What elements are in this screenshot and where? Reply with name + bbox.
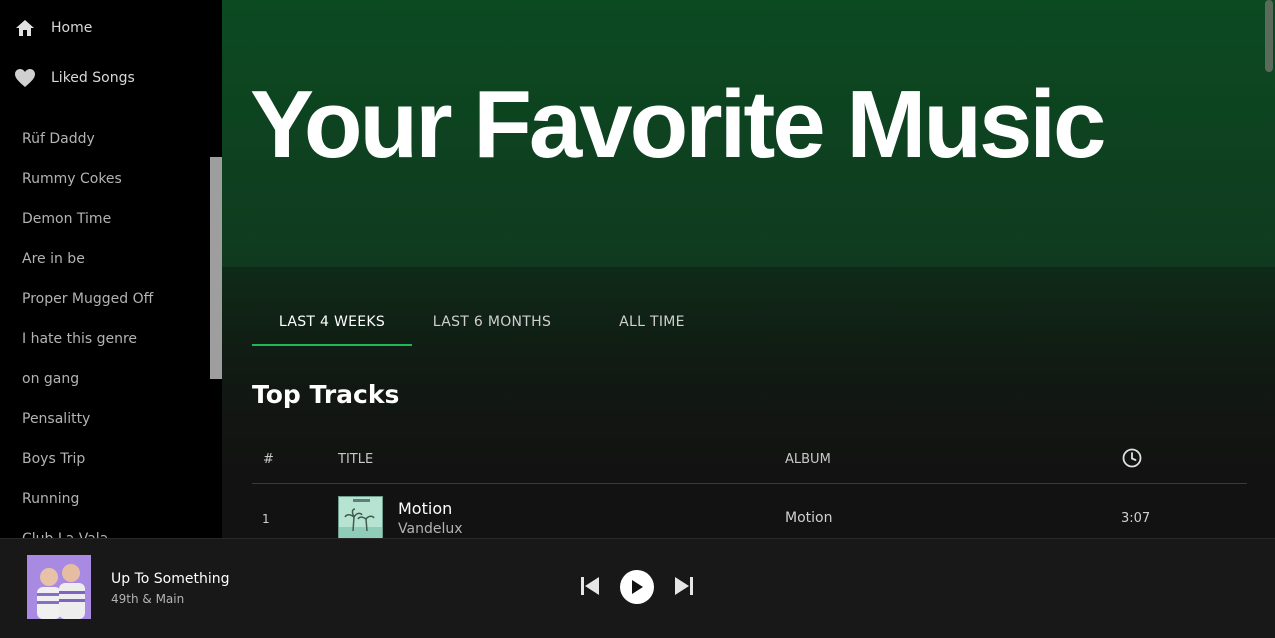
- play-button[interactable]: [620, 570, 654, 604]
- header-number: #: [263, 452, 274, 467]
- tab-last-6-months[interactable]: LAST 6 MONTHS: [412, 296, 572, 346]
- header-album: ALBUM: [785, 452, 831, 467]
- track-artist[interactable]: Vandelux: [398, 521, 463, 537]
- album-art: [338, 496, 383, 538]
- playlist-item[interactable]: on gang: [22, 364, 153, 404]
- sidebar: Home Liked Songs Rüf Daddy Rummy Cokes D…: [0, 0, 222, 538]
- play-icon: [632, 580, 643, 594]
- page-title: Your Favorite Music: [250, 71, 1106, 178]
- heart-icon: [14, 67, 36, 89]
- nav-liked-songs[interactable]: Liked Songs: [14, 63, 135, 93]
- playlist-item[interactable]: Demon Time: [22, 204, 153, 244]
- playlist-item[interactable]: Rummy Cokes: [22, 164, 153, 204]
- now-playing-album-art: [27, 555, 91, 619]
- playlist-item[interactable]: Are in be: [22, 244, 153, 284]
- playlist-item[interactable]: Proper Mugged Off: [22, 284, 153, 324]
- sidebar-scrollbar-thumb[interactable]: [210, 157, 222, 379]
- table-row[interactable]: 1 Motion Vandelux Motion 3:07: [252, 485, 1247, 538]
- previous-icon: [581, 577, 599, 595]
- main-scrollbar-thumb[interactable]: [1265, 0, 1273, 72]
- track-album[interactable]: Motion: [785, 510, 832, 526]
- now-playing-artist[interactable]: 49th & Main: [111, 592, 184, 606]
- track-title[interactable]: Motion: [398, 499, 452, 518]
- nav-home-label: Home: [51, 20, 93, 36]
- clock-icon: [1121, 447, 1143, 469]
- playlist-item[interactable]: Running: [22, 484, 153, 524]
- previous-button[interactable]: [579, 575, 601, 597]
- playlist-item[interactable]: I hate this genre: [22, 324, 153, 364]
- tab-last-4-weeks[interactable]: LAST 4 WEEKS: [252, 296, 412, 346]
- table-header: # TITLE ALBUM: [252, 442, 1247, 484]
- section-title: Top Tracks: [252, 380, 400, 409]
- time-range-tabs: LAST 4 WEEKS LAST 6 MONTHS ALL TIME: [252, 296, 732, 346]
- home-icon: [14, 17, 36, 39]
- nav-liked-label: Liked Songs: [51, 70, 135, 86]
- nav-home[interactable]: Home: [14, 13, 92, 43]
- track-number: 1: [262, 512, 270, 526]
- now-playing-title[interactable]: Up To Something: [111, 571, 230, 587]
- track-duration: 3:07: [1121, 511, 1151, 526]
- playlist-list: Rüf Daddy Rummy Cokes Demon Time Are in …: [22, 124, 153, 538]
- playlist-item[interactable]: Pensalitty: [22, 404, 153, 444]
- tab-all-time[interactable]: ALL TIME: [572, 296, 732, 346]
- playlist-item[interactable]: Boys Trip: [22, 444, 153, 484]
- next-icon: [675, 577, 693, 595]
- next-button[interactable]: [673, 575, 695, 597]
- player-bar: Up To Something 49th & Main: [0, 538, 1275, 638]
- playlist-item[interactable]: Club La Vala: [22, 524, 153, 538]
- playlist-item[interactable]: Rüf Daddy: [22, 124, 153, 164]
- main-content: Your Favorite Music LAST 4 WEEKS LAST 6 …: [222, 0, 1275, 538]
- header-title: TITLE: [338, 452, 374, 467]
